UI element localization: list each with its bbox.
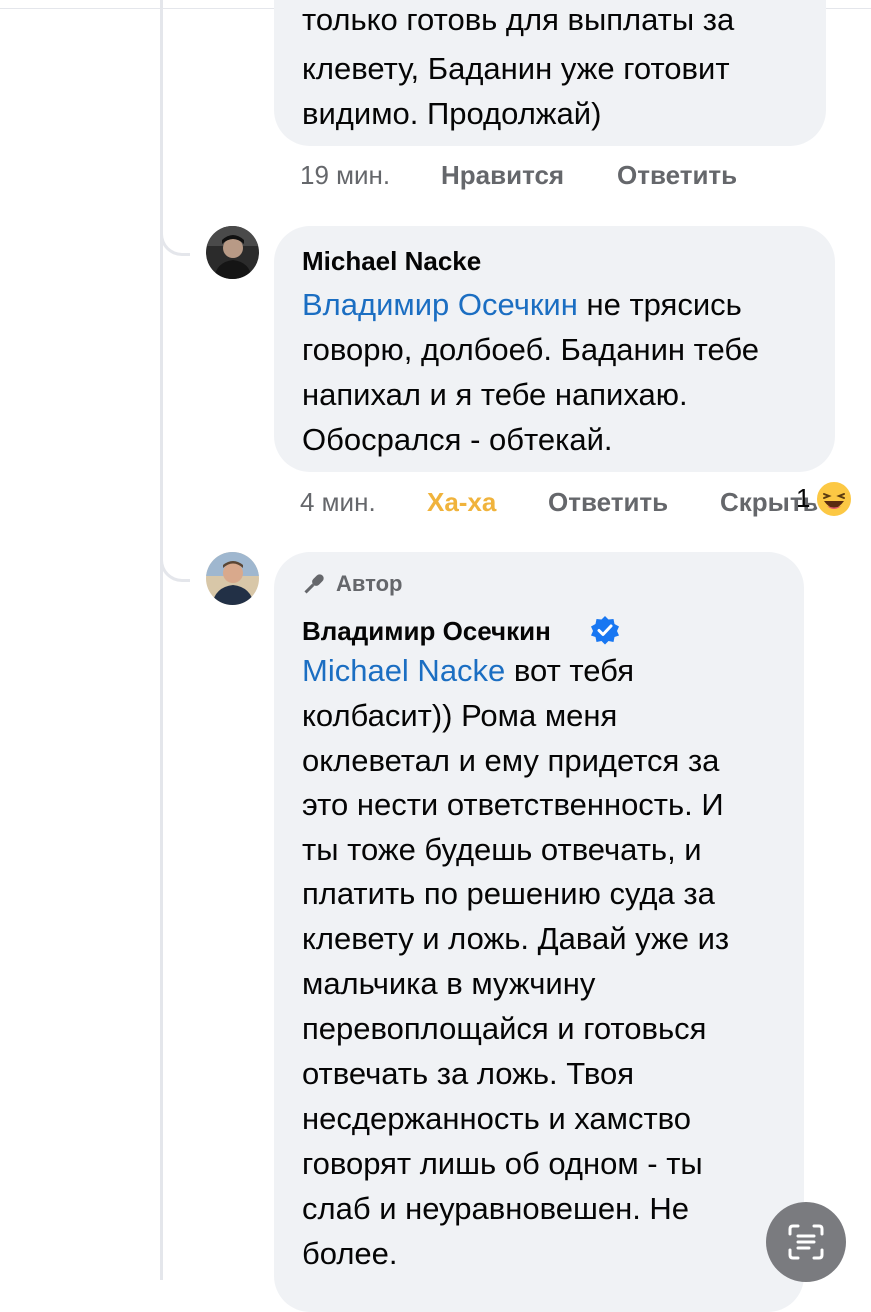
- comment-text-line: видимо. Продолжай): [302, 96, 602, 131]
- comment-text-line: перевоплощайся и готовься: [302, 1011, 707, 1046]
- comment-text: вот тебя: [505, 653, 635, 688]
- comment-time: 4 мин.: [300, 487, 376, 517]
- comment-text-line: платить по решению суда за: [302, 876, 715, 911]
- text-scan-icon: [784, 1220, 828, 1264]
- thread-connector: [160, 552, 190, 582]
- comment-bubble-prev: только готовь для выплаты за клевету, Ба…: [274, 0, 826, 146]
- haha-reaction-button[interactable]: Ха-ха: [427, 487, 496, 518]
- reply-button[interactable]: Ответить: [548, 487, 668, 518]
- comment-text-line: напихал и я тебе напихаю.: [302, 377, 688, 412]
- comment-bubble-michael: Michael Nacke Владимир Осечкин не трясис…: [274, 226, 835, 472]
- comment-text-line: говорят лишь об одном - ты: [302, 1146, 703, 1181]
- comment-text-line: более.: [302, 1236, 398, 1271]
- comment-text-line: слаб и неуравновешен. Не: [302, 1191, 690, 1226]
- comment-text-line: несдержанность и хамство: [302, 1101, 692, 1136]
- comment-text-line: говорю, долбоеб. Баданин тебе: [302, 332, 760, 367]
- comment-text-line: только готовь для выплаты за: [302, 2, 735, 37]
- comment-text-line: Обосрался - обтекай.: [302, 422, 613, 457]
- reaction-count: 1: [796, 483, 811, 513]
- comment-text-line: Владимир Осечкин не трясись: [302, 283, 742, 327]
- comment-text-line: клевету и ложь. Давай уже из: [302, 921, 730, 956]
- comment-text-line: это нести ответственность. И: [302, 787, 724, 822]
- comment-time: 19 мин.: [300, 160, 391, 190]
- comment-text-line: ты тоже будешь отвечать, и: [302, 832, 702, 867]
- author-badge-label: Автор: [336, 571, 403, 596]
- comment-author[interactable]: Michael Nacke: [302, 246, 481, 277]
- comment-bubble-vladimir: Владимир Осечкин Michael Nacke вот тебя …: [274, 552, 804, 1312]
- comment-author[interactable]: Владимир Осечкин: [302, 616, 551, 647]
- comment-text: не трясись: [577, 287, 742, 322]
- comment-text-line: мальчика в мужчину: [302, 966, 596, 1001]
- microphone-icon: [300, 570, 328, 598]
- reply-button[interactable]: Ответить: [617, 160, 737, 191]
- text-scan-button[interactable]: [766, 1202, 846, 1282]
- comment-text-line: колбасит)) Рома меня: [302, 698, 618, 733]
- avatar-vladimir-osechkin[interactable]: [206, 552, 259, 605]
- verified-badge-icon: [590, 615, 620, 645]
- comment-text-line: отвечать за ложь. Твоя: [302, 1056, 634, 1091]
- avatar-michael-nacke[interactable]: [206, 226, 259, 279]
- comment-text-line: Michael Nacke вот тебя: [302, 649, 634, 693]
- mention-link[interactable]: Michael Nacke: [302, 653, 505, 688]
- thread-connector: [160, 226, 190, 256]
- haha-emoji-icon[interactable]: [814, 479, 854, 519]
- mention-link[interactable]: Владимир Осечкин: [302, 287, 578, 322]
- author-badge: Автор: [300, 570, 402, 598]
- like-button[interactable]: Нравится: [441, 160, 564, 191]
- comment-text-line: клевету, Баданин уже готовит: [302, 51, 730, 86]
- thread-line: [160, 0, 163, 1280]
- comment-text-line: оклеветал и ему придется за: [302, 743, 720, 778]
